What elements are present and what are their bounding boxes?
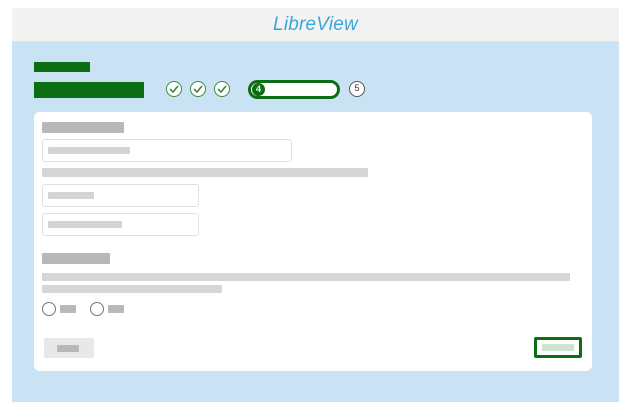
next-button[interactable] xyxy=(534,337,582,358)
step-current-label-placeholder xyxy=(268,86,334,93)
radio-option-2-label-placeholder xyxy=(108,305,124,313)
page-title-placeholder xyxy=(34,82,144,98)
text-field-2[interactable] xyxy=(42,184,199,207)
next-button-label-placeholder xyxy=(542,344,574,351)
field-3-value-placeholder xyxy=(48,221,122,228)
section-heading-placeholder xyxy=(42,122,124,133)
header: LibreView xyxy=(12,8,619,42)
step-2-complete-icon xyxy=(190,81,206,97)
libreview-logo[interactable]: LibreView xyxy=(12,14,619,36)
step-next: 5 xyxy=(349,81,365,97)
field-2-value-placeholder xyxy=(48,192,94,199)
step-1-complete-icon xyxy=(166,81,182,97)
step-current-number: 4 xyxy=(252,83,265,96)
page-subtitle-placeholder xyxy=(34,62,90,72)
step-current: 4 xyxy=(248,80,340,99)
description-line-2-placeholder xyxy=(42,285,222,293)
back-button-label-placeholder xyxy=(57,345,79,352)
app-frame: LibreView 4 5 xyxy=(12,8,619,402)
radio-option-2[interactable] xyxy=(90,302,104,316)
subsection-heading-placeholder xyxy=(42,253,110,264)
helper-text-placeholder xyxy=(42,168,368,177)
form-card xyxy=(34,112,592,371)
description-line-1-placeholder xyxy=(42,273,570,281)
radio-option-1-label-placeholder xyxy=(60,305,76,313)
radio-option-1[interactable] xyxy=(42,302,56,316)
text-field-1[interactable] xyxy=(42,139,292,162)
text-field-3[interactable] xyxy=(42,213,199,236)
step-3-complete-icon xyxy=(214,81,230,97)
back-button[interactable] xyxy=(44,338,94,358)
field-1-value-placeholder xyxy=(48,147,130,154)
